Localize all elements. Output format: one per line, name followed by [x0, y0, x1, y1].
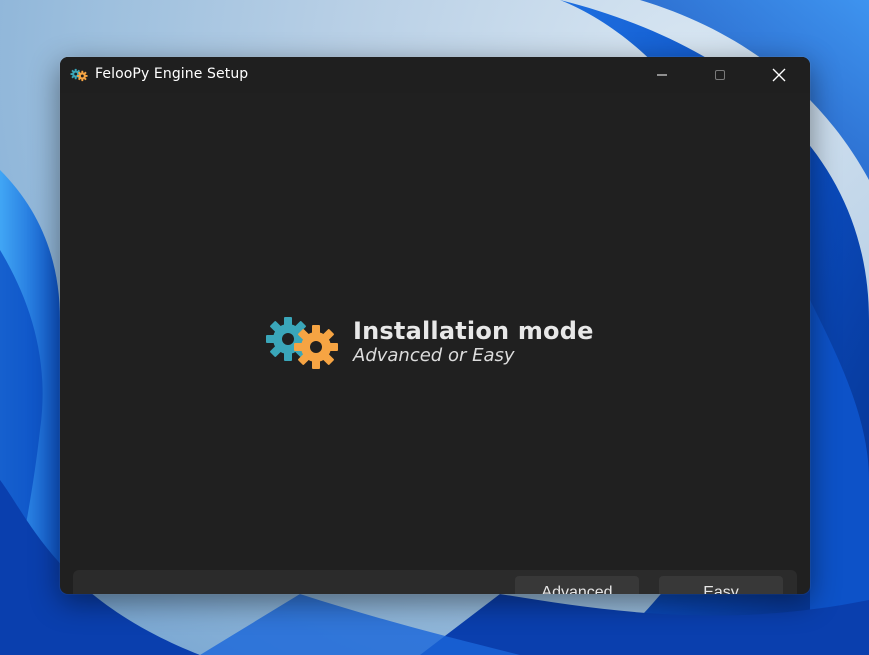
setup-window: FelooPy Engine Setup Installation mode A… — [60, 57, 810, 594]
close-icon — [772, 68, 786, 82]
footer-bar: Advanced Easy — [73, 570, 797, 594]
minimize-icon — [657, 74, 667, 76]
maximize-icon — [715, 70, 725, 80]
minimize-button[interactable] — [633, 57, 691, 93]
page-title: Installation mode — [353, 317, 594, 345]
gears-icon — [266, 317, 338, 369]
easy-button[interactable]: Easy — [659, 576, 783, 594]
desktop: FelooPy Engine Setup Installation mode A… — [0, 0, 869, 655]
window-title: FelooPy Engine Setup — [95, 66, 249, 82]
title-bar: FelooPy Engine Setup — [60, 57, 810, 93]
close-button[interactable] — [750, 57, 808, 93]
page-subtitle: Advanced or Easy — [353, 345, 515, 366]
content-area: Installation mode Advanced or Easy Advan… — [60, 93, 810, 594]
advanced-button[interactable]: Advanced — [515, 576, 639, 594]
maximize-button[interactable] — [691, 57, 749, 93]
gears-icon — [70, 68, 88, 82]
installation-mode-header: Installation mode Advanced or Easy — [264, 315, 614, 375]
